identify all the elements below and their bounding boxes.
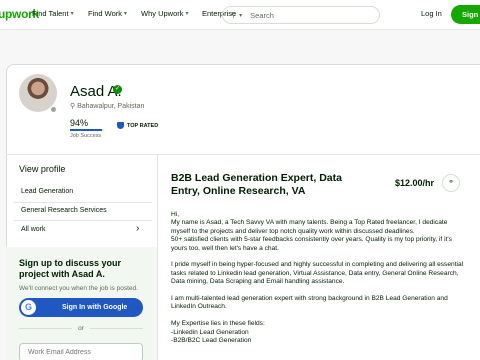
- chevron-down-icon: ▾: [124, 11, 128, 17]
- nav-label: Find Talent: [32, 9, 69, 18]
- location-text: Bahawalpur, Pakistan: [77, 103, 145, 110]
- job-success-percent: 94%: [70, 118, 89, 128]
- profile-title: B2B Lead Generation Expert, Data Entry, …: [171, 172, 342, 197]
- sidebar-item-all-work[interactable]: All work: [21, 226, 46, 233]
- divider: [19, 328, 73, 329]
- sidebar-item-lead-generation[interactable]: Lead Generation: [21, 188, 73, 195]
- search-icon: ⚲: [231, 12, 237, 19]
- google-signin-label: Sign In with Google: [62, 304, 128, 311]
- divider: [14, 202, 152, 203]
- email-field[interactable]: [19, 343, 143, 360]
- shield-icon: [117, 122, 124, 129]
- description-paragraph: My Expertise lies in these fields: -Link…: [171, 320, 265, 345]
- job-success-bar-fill: [70, 129, 102, 131]
- sidebar-item-general-research[interactable]: General Research Services: [21, 207, 107, 214]
- description-paragraph: I am multi-talented lead generation expe…: [171, 295, 448, 311]
- google-signin-button[interactable]: G Sign In with Google: [19, 298, 143, 317]
- nav-why-upwork[interactable]: Why Upwork ▾: [141, 9, 189, 18]
- profile-description: Hi, My name is Asad, a Tech Savvy VA wit…: [171, 211, 467, 354]
- badge-label: TOP RATED: [127, 122, 159, 129]
- divider: [89, 328, 143, 329]
- status-dot: [50, 106, 57, 113]
- nav-label: Find Work: [88, 9, 123, 18]
- chevron-down-icon: ▾: [239, 12, 243, 19]
- or-label: or: [78, 325, 84, 332]
- nav-find-talent[interactable]: Find Talent ▾: [32, 9, 74, 18]
- verified-icon: ✓: [113, 85, 122, 94]
- google-icon: G: [21, 300, 36, 315]
- top-rated-badge: TOP RATED: [117, 122, 158, 129]
- description-paragraph: I pride myself in being hyper-focused an…: [171, 261, 464, 286]
- top-header: upwork Find Talent ▾ Find Work ▾ Why Upwor…: [0, 0, 480, 30]
- job-success-label: Job Success: [70, 133, 102, 139]
- divider: [14, 220, 152, 221]
- job-success-bar: [70, 129, 104, 131]
- divider: [6, 154, 480, 155]
- copy-link-button[interactable]: ⚭: [442, 174, 460, 192]
- chevron-down-icon: ▾: [70, 11, 74, 17]
- location: ⚲ Bahawalpur, Pakistan: [70, 102, 144, 110]
- hourly-rate: $12.00/hr: [395, 178, 435, 188]
- view-profile-heading: View profile: [19, 164, 66, 174]
- login-link[interactable]: Log In: [421, 9, 442, 18]
- link-icon: ⚭: [448, 179, 454, 186]
- description-paragraph: Hi, My name is Asad, a Tech Savvy VA wit…: [171, 211, 452, 252]
- divider: [157, 155, 158, 360]
- search-input[interactable]: ⚲ ▾ Search: [222, 6, 380, 24]
- chevron-down-icon: ▾: [185, 11, 189, 17]
- search-placeholder: Search: [250, 10, 274, 20]
- chevron-right-icon[interactable]: ›: [136, 223, 139, 234]
- nav-label: Why Upwork: [141, 9, 184, 18]
- signup-subtitle: We'll connect you when the job is posted…: [19, 285, 138, 292]
- nav-find-work[interactable]: Find Work ▾: [88, 9, 127, 18]
- or-separator: or: [19, 325, 143, 332]
- signup-title: Sign up to discuss your project with Asa…: [19, 258, 122, 279]
- signup-button[interactable]: Sign: [451, 5, 480, 24]
